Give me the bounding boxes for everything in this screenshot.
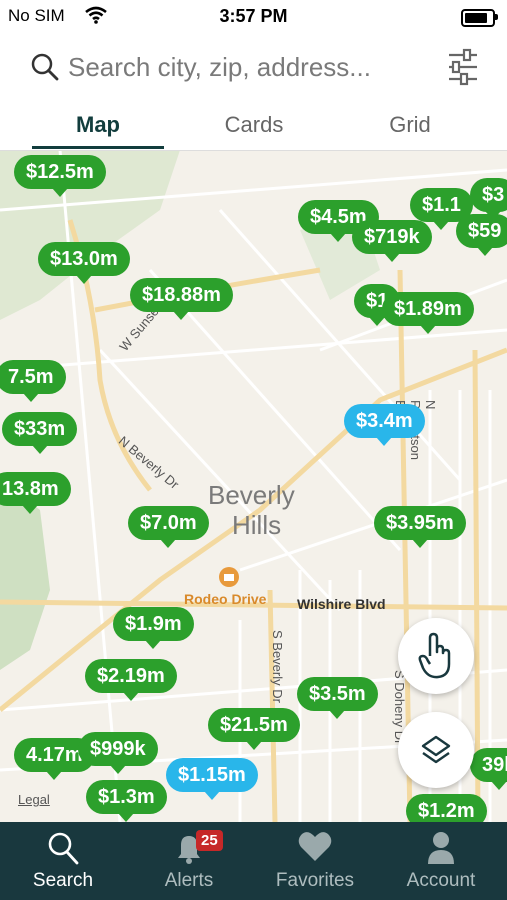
street-label: S Beverly Dr <box>270 630 285 703</box>
tab-cards[interactable]: Cards <box>184 112 324 138</box>
price-pin[interactable]: 13.8m <box>0 472 71 514</box>
poi-icon <box>218 566 240 591</box>
map-layers-button[interactable] <box>398 712 474 788</box>
city-label: Hills <box>232 510 282 540</box>
heart-icon <box>252 830 378 869</box>
alerts-count-badge: 25 <box>196 830 223 851</box>
bottom-nav: Search 25 Alerts Favorites Account <box>0 822 507 900</box>
nav-label: Search <box>32 870 94 891</box>
hand-pointer-icon <box>418 632 454 685</box>
nav-alerts[interactable]: 25 Alerts <box>126 822 252 900</box>
price-pin[interactable]: 39k <box>470 748 507 790</box>
search-input[interactable] <box>68 48 428 86</box>
tab-grid[interactable]: Grid <box>340 112 480 138</box>
price-pin[interactable]: 7.5m <box>0 360 66 402</box>
draw-area-button[interactable] <box>398 618 474 694</box>
active-tab-indicator <box>32 146 164 149</box>
price-pin[interactable]: $12.5m <box>14 155 106 197</box>
nav-label: Account <box>406 870 476 891</box>
price-pin[interactable]: $13.0m <box>38 242 130 284</box>
price-pin[interactable]: $1.3m <box>86 780 167 822</box>
legal-link[interactable]: Legal <box>18 792 50 807</box>
bell-icon <box>126 830 252 871</box>
layers-icon <box>420 734 452 771</box>
nav-label: Alerts <box>164 870 214 891</box>
price-pin[interactable]: $7.0m <box>128 506 209 548</box>
price-pin[interactable]: $3 <box>470 178 507 220</box>
price-pin[interactable]: $719k <box>352 220 432 262</box>
price-pin[interactable]: $2.19m <box>85 659 177 701</box>
search-bar <box>0 36 507 98</box>
price-pin[interactable]: $18.88m <box>130 278 233 320</box>
price-pin-viewed[interactable]: $3.4m <box>344 404 425 446</box>
price-pin[interactable]: $3.5m <box>297 677 378 719</box>
search-icon <box>30 52 60 87</box>
clock: 3:57 PM <box>219 6 288 26</box>
view-tabs: Map Cards Grid <box>0 100 507 151</box>
nav-search[interactable]: Search <box>0 822 126 900</box>
poi-label: Rodeo Drive <box>184 591 267 607</box>
price-pin[interactable]: $59 <box>456 214 507 256</box>
nav-label: Favorites <box>275 870 355 891</box>
price-pin-viewed[interactable]: $1.15m <box>166 758 258 800</box>
price-pin[interactable]: $3.95m <box>374 506 466 548</box>
city-label: Beverly <box>208 480 295 510</box>
price-pin[interactable]: $1.2m <box>406 794 487 822</box>
filter-sliders-icon[interactable] <box>447 48 479 91</box>
tab-map[interactable]: Map <box>28 112 168 138</box>
street-label-wilshire: Wilshire Blvd <box>297 596 386 612</box>
price-pin[interactable]: $1.89m <box>382 292 474 334</box>
price-pin[interactable]: $1.9m <box>113 607 194 649</box>
status-bar: No SIM 3:57 PM <box>0 0 507 34</box>
price-pin[interactable]: $33m <box>2 412 78 454</box>
price-pin[interactable]: $999k <box>78 732 158 774</box>
battery-icon <box>461 9 498 27</box>
nav-account[interactable]: Account <box>378 822 504 900</box>
search-icon <box>0 830 126 871</box>
price-pin[interactable]: $21.5m <box>208 708 300 750</box>
map-view[interactable]: W Sunset N Beverly Dr N Robertson Blvd S… <box>0 150 507 822</box>
nav-favorites[interactable]: Favorites <box>252 822 378 900</box>
person-icon <box>378 830 504 871</box>
